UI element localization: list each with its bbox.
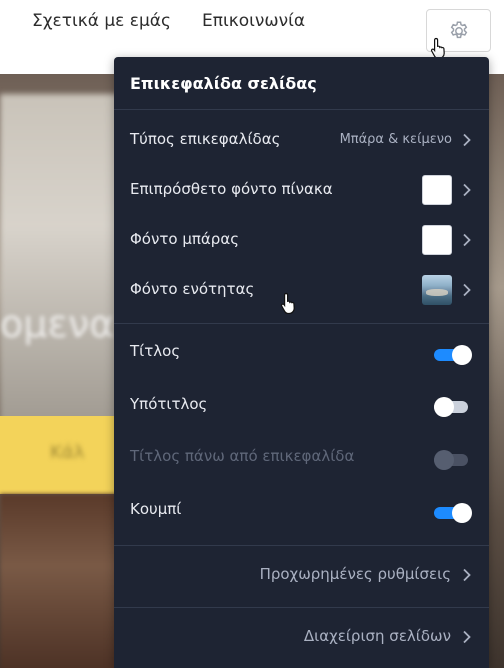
board-background-color-swatch[interactable] bbox=[422, 175, 452, 205]
hand-cursor-icon bbox=[280, 292, 295, 314]
divider bbox=[114, 323, 489, 324]
title-above-header-label: Τίτλος πάνω από επικεφαλίδα bbox=[130, 447, 355, 465]
button-toggle-label: Κουμπί bbox=[130, 500, 182, 518]
panel-title: Επικεφαλίδα σελίδας bbox=[130, 74, 317, 93]
subtitle-toggle[interactable] bbox=[434, 397, 472, 417]
divider bbox=[114, 109, 489, 110]
advanced-settings-label: Προχωρημένες ρυθμίσεις bbox=[259, 565, 451, 583]
chevron-right-icon bbox=[463, 630, 471, 644]
title-toggle[interactable] bbox=[434, 345, 472, 365]
background-cta-label: Κάλ bbox=[50, 442, 85, 463]
bar-background-label: Φόντο μπάρας bbox=[130, 230, 240, 248]
chevron-right-icon bbox=[463, 183, 471, 197]
nav-link-contact[interactable]: Επικοινωνία bbox=[202, 11, 305, 31]
header-type-value: Μπάρα & κείμενο bbox=[339, 132, 452, 147]
title-toggle-label: Τίτλος bbox=[130, 342, 181, 360]
divider bbox=[114, 607, 489, 608]
header-settings-panel: Επικεφαλίδα σελίδας Τύπος επικεφαλίδας Μ… bbox=[114, 57, 489, 668]
button-toggle[interactable] bbox=[434, 503, 472, 523]
chevron-right-icon bbox=[463, 233, 471, 247]
hand-cursor-icon bbox=[430, 37, 445, 59]
bar-background-color-swatch[interactable] bbox=[422, 225, 452, 255]
chevron-right-icon bbox=[463, 568, 471, 582]
manage-pages-label: Διαχείριση σελίδων bbox=[303, 627, 451, 645]
divider bbox=[114, 545, 489, 546]
header-type-label: Τύπος επικεφαλίδας bbox=[130, 130, 281, 148]
chevron-right-icon bbox=[463, 283, 471, 297]
nav-link-about[interactable]: Σχετικά με εμάς bbox=[32, 11, 171, 31]
title-above-header-toggle bbox=[434, 450, 472, 470]
board-background-label: Επιπρόσθετο φόντο πίνακα bbox=[130, 180, 333, 198]
section-background-image-thumbnail[interactable] bbox=[422, 275, 452, 305]
background-hero-text: ομενα bbox=[0, 302, 115, 346]
subtitle-toggle-label: Υπότιτλος bbox=[130, 395, 208, 413]
section-background-label: Φόντο ενότητας bbox=[130, 280, 255, 298]
chevron-right-icon bbox=[463, 133, 471, 147]
gear-icon bbox=[450, 21, 468, 39]
